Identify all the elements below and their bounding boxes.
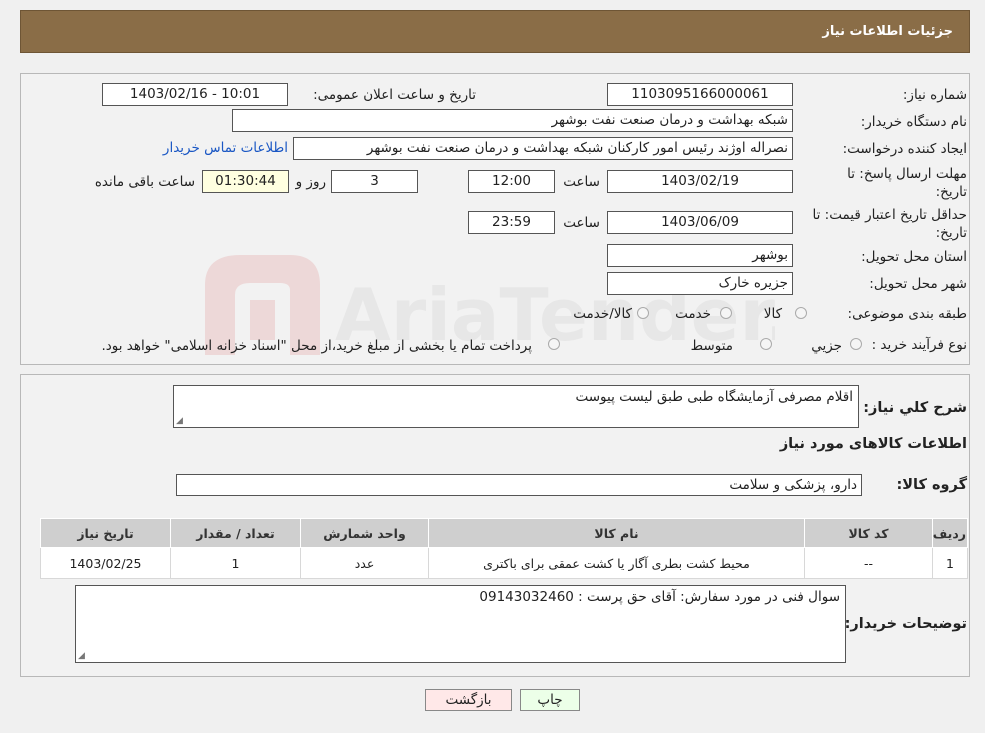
buyer-org-field: شبکه بهداشت و درمان صنعت نفت بوشهر — [232, 109, 793, 132]
items-table: ردیف کد کالا نام کالا واحد شمارش تعداد /… — [40, 518, 968, 579]
city-field: جزیره خارک — [607, 272, 793, 295]
province-label: استان محل تحویل: — [861, 249, 967, 265]
table-row[interactable]: 1 -- محیط کشت بطری آگار یا کشت عمقی برای… — [40, 547, 968, 579]
items-title: اطلاعات کالاهای مورد نیاز — [779, 436, 967, 452]
category-service-label: خدمت — [675, 306, 711, 322]
validity-date-field: 1403/06/09 — [607, 211, 793, 234]
need-number-field: 1103095166000061 — [607, 83, 793, 106]
items-table-wrap: ردیف کد کالا نام کالا واحد شمارش تعداد /… — [40, 518, 968, 579]
process-label: نوع فرآیند خرید : — [871, 337, 967, 353]
category-goods-label: کالا — [763, 306, 782, 322]
deadline-time-label: ساعت — [563, 174, 600, 190]
col-date-header: تاریخ نیاز — [40, 518, 171, 548]
buyer-contact-link[interactable]: اطلاعات تماس خریدار — [163, 140, 288, 156]
requester-field: نصراله اوژند رئیس امور کارکنان شبکه بهدا… — [293, 137, 793, 160]
deadline-label-1: مهلت ارسال پاسخ: تا — [847, 166, 967, 182]
deadline-time-field: 12:00 — [468, 170, 555, 193]
print-button[interactable]: چاپ — [520, 689, 580, 711]
process-medium-radio[interactable] — [760, 338, 772, 350]
col-code-header: کد کالا — [804, 518, 933, 548]
province-field: بوشهر — [607, 244, 793, 267]
validity-label-1: حداقل تاریخ اعتبار قیمت: تا — [812, 207, 967, 223]
cell-row: 1 — [932, 547, 968, 579]
requester-label: ایجاد کننده درخواست: — [842, 141, 967, 157]
announce-label: تاریخ و ساعت اعلان عمومی: — [313, 87, 476, 103]
city-label: شهر محل تحویل: — [869, 276, 967, 292]
category-goods-radio[interactable] — [795, 307, 807, 319]
summary-label: شرح كلي نیاز: — [863, 400, 967, 416]
category-both-radio[interactable] — [637, 307, 649, 319]
days-label: روز و — [295, 174, 326, 190]
table-header-row: ردیف کد کالا نام کالا واحد شمارش تعداد /… — [40, 518, 968, 548]
validity-time-field: 23:59 — [468, 211, 555, 234]
cell-name: محیط کشت بطری آگار یا کشت عمقی برای باکت… — [428, 547, 805, 579]
days-field: 3 — [331, 170, 418, 193]
resize-grip-icon[interactable]: ◢ — [78, 651, 88, 661]
col-row-header: ردیف — [932, 518, 968, 548]
category-label: طبقه بندی موضوعی: — [847, 306, 967, 322]
remaining-label: ساعت باقی مانده — [94, 174, 195, 190]
validity-time-label: ساعت — [563, 215, 600, 231]
category-both-label: کالا/خدمت — [573, 306, 632, 322]
group-label: گروه کالا: — [896, 477, 967, 493]
need-number-label: شماره نیاز: — [902, 87, 967, 103]
page-header: جزئیات اطلاعات نیاز — [20, 10, 970, 53]
col-unit-header: واحد شمارش — [300, 518, 429, 548]
process-note: پرداخت تمام یا بخشی از مبلغ خرید،از محل … — [101, 338, 532, 354]
group-field: دارو، پزشکی و سلامت — [176, 474, 862, 496]
buyer-notes-label: توضیحات خریدار: — [844, 616, 967, 632]
announce-field: 1403/02/16 - 10:01 — [102, 83, 288, 106]
col-qty-header: تعداد / مقدار — [170, 518, 301, 548]
process-minor-label: جزیي — [811, 338, 842, 354]
remaining-time-field: 01:30:44 — [202, 170, 289, 193]
process-note-checkbox[interactable] — [548, 338, 560, 350]
buyer-org-label: نام دستگاه خریدار: — [860, 114, 967, 130]
validity-label-2: تاریخ: — [935, 225, 967, 241]
cell-unit: عدد — [300, 547, 429, 579]
cell-date: 1403/02/25 — [40, 547, 171, 579]
buyer-notes-textarea[interactable]: سوال فنی در مورد سفارش: آقای حق پرست : 0… — [75, 585, 846, 663]
cell-code: -- — [804, 547, 933, 579]
deadline-label-2: تاریخ: — [935, 184, 967, 200]
deadline-date-field: 1403/02/19 — [607, 170, 793, 193]
back-button[interactable]: بازگشت — [425, 689, 512, 711]
resize-grip-icon[interactable]: ◢ — [176, 416, 186, 426]
page-title: جزئیات اطلاعات نیاز — [822, 24, 953, 39]
process-minor-radio[interactable] — [850, 338, 862, 350]
summary-textarea[interactable]: اقلام مصرفی آزمایشگاه طبی طبق لیست پیوست — [173, 385, 859, 428]
process-medium-label: متوسط — [690, 338, 733, 354]
category-service-radio[interactable] — [720, 307, 732, 319]
col-name-header: نام کالا — [428, 518, 805, 548]
cell-qty: 1 — [170, 547, 301, 579]
